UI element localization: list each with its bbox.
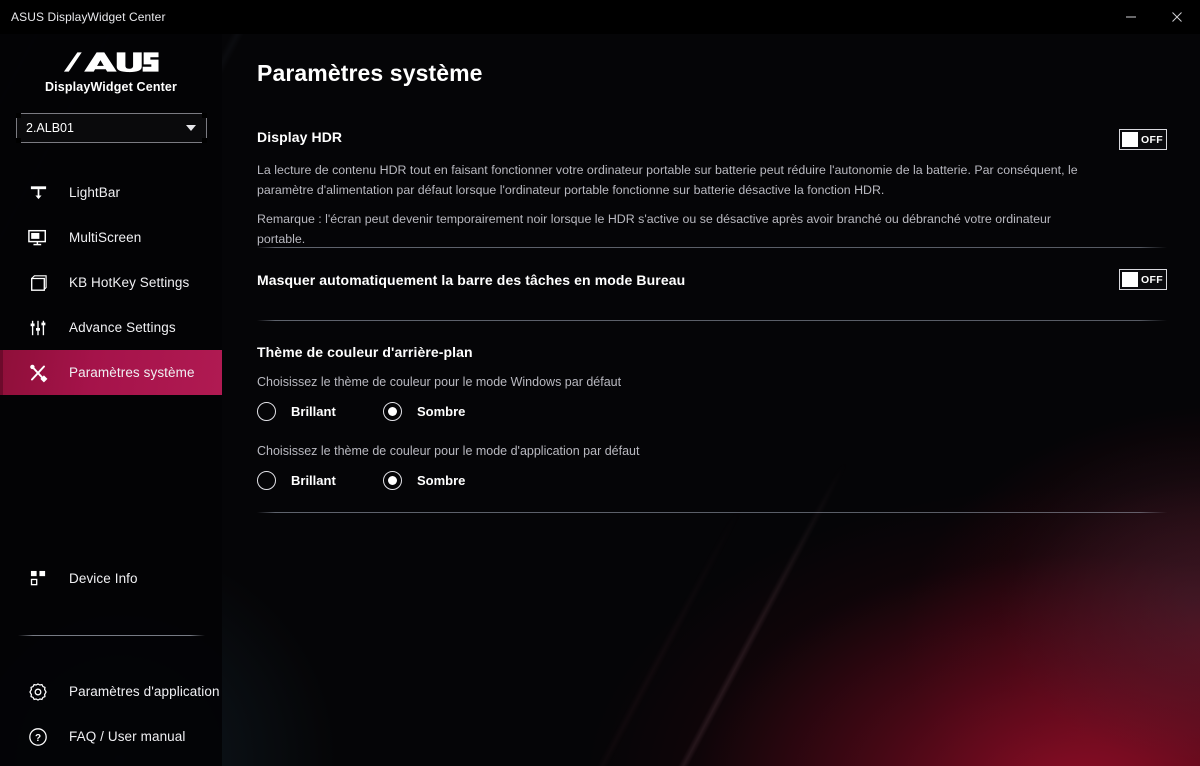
sidebar-item-label: KB HotKey Settings	[69, 275, 190, 290]
sidebar-item-label: Paramètres d'application	[69, 684, 220, 699]
sidebar-item-parametres-application[interactable]: Paramètres d'application	[0, 669, 222, 714]
radio-label: Brillant	[291, 473, 336, 488]
section-taskbar-autohide: Masquer automatiquement la barre des tâc…	[257, 269, 1167, 290]
taskbar-header-row: Masquer automatiquement la barre des tâc…	[257, 269, 1167, 290]
corner-notch	[16, 113, 21, 118]
corner-notch	[16, 138, 21, 143]
sidebar-item-advance-settings[interactable]: Advance Settings	[0, 305, 222, 350]
sidebar: DisplayWidget Center 2.ALB01 LightBar Mu…	[0, 34, 222, 766]
sidebar-item-label: Device Info	[69, 571, 138, 586]
radio-button[interactable]	[257, 471, 276, 490]
sidebar-item-faq-user-manual[interactable]: ? FAQ / User manual	[0, 714, 222, 759]
sidebar-item-label: MultiScreen	[69, 230, 142, 245]
lightbar-icon	[24, 183, 52, 202]
section-display-hdr: Display HDR OFF La lecture de contenu HD…	[257, 129, 1167, 249]
minimize-button[interactable]	[1108, 0, 1154, 34]
chevron-down-icon	[186, 125, 196, 131]
brand-block: DisplayWidget Center	[0, 34, 222, 94]
hdr-paragraph-1: La lecture de contenu HDR tout en faisan…	[257, 163, 1078, 197]
device-info-icon	[24, 570, 52, 587]
window-title: ASUS DisplayWidget Center	[11, 10, 166, 24]
monitor-icon	[24, 228, 52, 247]
page-title: Paramètres système	[257, 60, 483, 86]
app-mode-radio-row: Brillant Sombre	[257, 471, 1167, 490]
app-mode-description: Choisissez le thème de couleur pour le m…	[257, 444, 640, 458]
divider-after-taskbar	[257, 320, 1167, 321]
section-theme-color: Thème de couleur d'arrière-plan Choisiss…	[257, 344, 1167, 490]
windows-mode-group: Choisissez le thème de couleur pour le m…	[257, 375, 1167, 421]
device-select[interactable]: 2.ALB01	[16, 113, 207, 143]
radio-label: Sombre	[417, 473, 466, 488]
svg-text:?: ?	[35, 733, 41, 744]
sidebar-bottom-nav: Device Info Paramètres d'application ? F…	[0, 556, 222, 766]
keyboard-square-icon	[24, 274, 52, 292]
question-circle-icon: ?	[24, 727, 52, 747]
windows-mode-option-sombre[interactable]: Sombre	[383, 402, 465, 421]
taskbar-title: Masquer automatiquement la barre des tâc…	[257, 271, 686, 288]
sidebar-item-label: LightBar	[69, 185, 121, 200]
app-mode-option-sombre[interactable]: Sombre	[383, 471, 465, 490]
taskbar-toggle-state: OFF	[1141, 273, 1163, 286]
window-controls	[1108, 0, 1200, 34]
sidebar-item-label: FAQ / User manual	[69, 729, 186, 744]
sidebar-item-lightbar[interactable]: LightBar	[0, 170, 222, 215]
radio-label: Sombre	[417, 404, 466, 419]
sidebar-item-kb-hotkey-settings[interactable]: KB HotKey Settings	[0, 260, 222, 305]
title-bar: ASUS DisplayWidget Center	[0, 0, 1200, 34]
app-mode-option-brillant[interactable]: Brillant	[257, 471, 383, 490]
close-button[interactable]	[1154, 0, 1200, 34]
close-icon	[1172, 12, 1182, 22]
theme-title: Thème de couleur d'arrière-plan	[257, 344, 473, 360]
minimize-icon	[1126, 16, 1136, 18]
windows-mode-radio-row: Brillant Sombre	[257, 402, 1167, 421]
windows-mode-description: Choisissez le thème de couleur pour le m…	[257, 375, 622, 389]
sidebar-item-parametres-systeme[interactable]: Paramètres système	[0, 350, 222, 395]
tools-icon	[24, 363, 52, 383]
taskbar-toggle[interactable]: OFF	[1119, 269, 1167, 290]
divider-after-hdr	[257, 247, 1167, 248]
toggle-knob	[1122, 272, 1138, 287]
brand-subtitle: DisplayWidget Center	[44, 80, 178, 94]
windows-mode-option-brillant[interactable]: Brillant	[257, 402, 383, 421]
hdr-header-row: Display HDR OFF	[257, 129, 1167, 150]
app-mode-group: Choisissez le thème de couleur pour le m…	[257, 444, 1167, 490]
sidebar-item-device-info[interactable]: Device Info	[0, 556, 222, 601]
hdr-toggle[interactable]: OFF	[1119, 129, 1167, 150]
asus-logo	[63, 52, 159, 73]
corner-notch	[202, 138, 207, 143]
sidebar-item-multiscreen[interactable]: MultiScreen	[0, 215, 222, 260]
hdr-toggle-state: OFF	[1141, 133, 1163, 146]
radio-button[interactable]	[257, 402, 276, 421]
toggle-knob	[1122, 132, 1138, 147]
sliders-icon	[24, 319, 52, 337]
hdr-paragraph-2: Remarque : l'écran peut devenir temporai…	[257, 212, 1052, 246]
device-select-value: 2.ALB01	[26, 121, 74, 135]
radio-button[interactable]	[383, 471, 402, 490]
corner-notch	[202, 113, 207, 118]
hdr-title: Display HDR	[257, 129, 343, 145]
app-window: ASUS DisplayWidget Center DisplayWidget …	[0, 0, 1200, 766]
radio-label: Brillant	[291, 404, 336, 419]
sidebar-nav: LightBar MultiScreen KB HotKey Settings …	[0, 170, 222, 395]
gear-icon	[24, 682, 52, 702]
sidebar-item-label: Advance Settings	[69, 320, 176, 335]
divider-after-theme	[257, 512, 1167, 513]
radio-button[interactable]	[383, 402, 402, 421]
main-content: Paramètres système Display HDR OFF La le…	[222, 34, 1200, 766]
sidebar-item-label: Paramètres système	[69, 365, 195, 380]
